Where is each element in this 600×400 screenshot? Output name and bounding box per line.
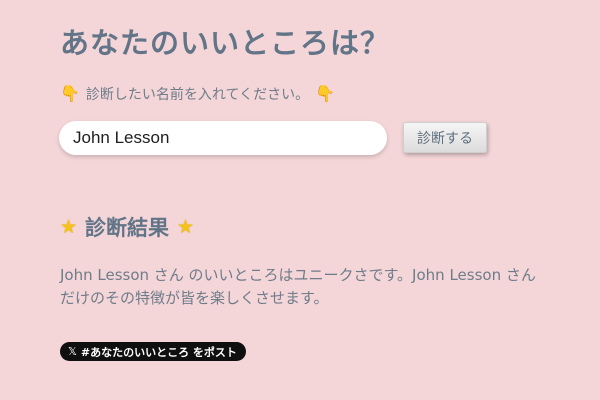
post-to-x-button[interactable]: 𝕏 #あなたのいいところ をポスト — [60, 342, 246, 361]
result-text: John Lesson さん のいいところはユニークさです。John Lesso… — [60, 266, 536, 307]
name-input[interactable] — [59, 121, 387, 155]
name-prompt: 👇 診断したい名前を入れてください。 👇 — [60, 84, 335, 104]
x-logo-icon: 𝕏 — [68, 345, 77, 358]
star-icon: ★ — [177, 215, 195, 238]
result-title: 診断結果 — [85, 216, 170, 240]
page-title: あなたのいいところは？ — [60, 26, 391, 60]
page: あなたのいいところは？ 👇 診断したい名前を入れてください。 👇 診断する ★ … — [0, 0, 600, 400]
pointing-down-hand-icon: 👇 — [315, 84, 336, 103]
star-icon: ★ — [60, 215, 78, 238]
pointing-down-hand-icon: 👇 — [60, 84, 80, 103]
post-label: #あなたのいいところ をポスト — [80, 345, 237, 359]
result-heading: ★ 診断結果 ★ — [60, 212, 194, 242]
prompt-text: 診断したい名前を入れてください。 — [85, 87, 310, 103]
diagnose-button[interactable]: 診断する — [403, 122, 487, 153]
